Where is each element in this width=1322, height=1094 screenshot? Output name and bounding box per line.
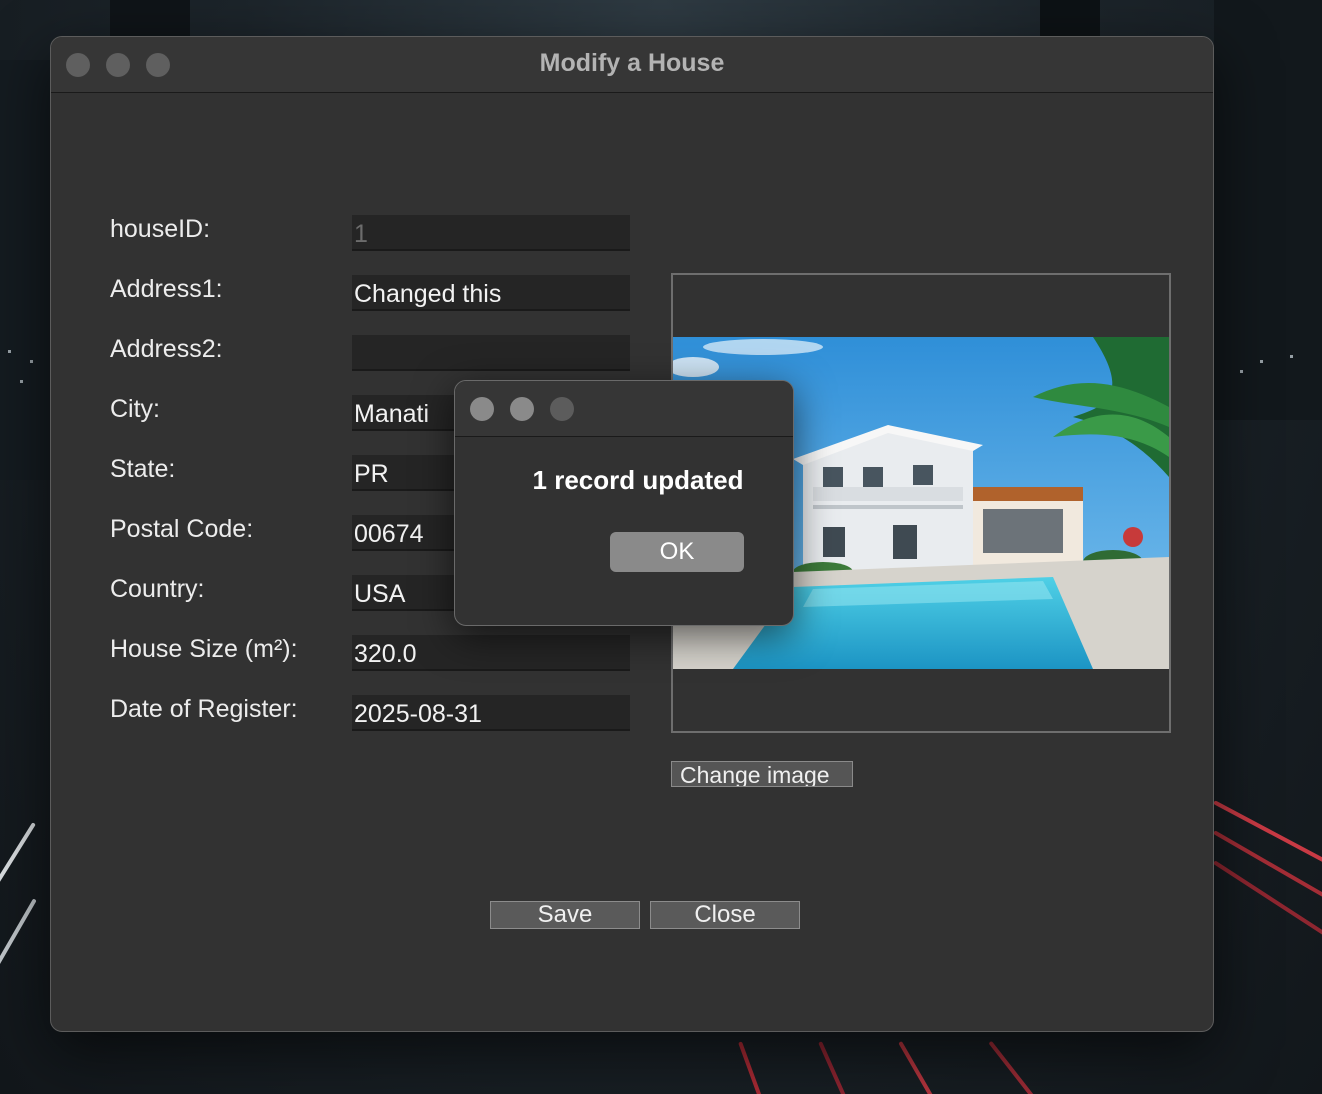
change-image-button[interactable]: Change image xyxy=(671,761,853,787)
city-light xyxy=(1260,360,1263,363)
dialog-close-button[interactable] xyxy=(470,397,494,421)
house-id-field: 1 xyxy=(352,215,630,251)
date-of-register-label: Date of Register: xyxy=(110,695,298,723)
light-streak xyxy=(818,1041,855,1094)
background-building xyxy=(0,60,52,480)
city-light xyxy=(8,350,11,353)
country-label: Country: xyxy=(110,575,205,603)
dialog-minimize-button[interactable] xyxy=(510,397,534,421)
date-of-register-field[interactable]: 2025-08-31 xyxy=(352,695,630,731)
city-light xyxy=(30,360,33,363)
city-light xyxy=(20,380,23,383)
close-button[interactable]: Close xyxy=(650,901,800,929)
city-light xyxy=(1240,370,1243,373)
address2-field[interactable] xyxy=(352,335,630,371)
light-streak xyxy=(738,1041,770,1094)
house-size-field[interactable]: 320.0 xyxy=(352,635,630,671)
dialog-message: 1 record updated xyxy=(532,465,744,495)
light-streak xyxy=(0,898,37,1013)
window-titlebar[interactable]: Modify a House xyxy=(51,37,1213,93)
light-streak xyxy=(988,1040,1041,1094)
background-building xyxy=(1214,0,1322,420)
window-title: Modify a House xyxy=(539,49,725,77)
dialog-titlebar[interactable] xyxy=(455,381,793,437)
background-building xyxy=(110,0,190,36)
ok-button[interactable]: OK xyxy=(610,532,744,572)
record-updated-dialog: 1 record updated OK xyxy=(454,380,794,626)
light-streak xyxy=(1212,860,1322,951)
postal-code-label: Postal Code: xyxy=(110,515,254,543)
light-streak xyxy=(898,1041,942,1094)
address1-label: Address1: xyxy=(110,275,223,303)
address1-field[interactable]: Changed this xyxy=(352,275,630,311)
address2-label: Address2: xyxy=(110,335,223,363)
state-label: State: xyxy=(110,455,176,483)
city-light xyxy=(1290,355,1293,358)
background-building xyxy=(1040,0,1100,40)
house-id-label: houseID: xyxy=(110,215,211,243)
city-label: City: xyxy=(110,395,160,423)
dialog-zoom-button[interactable] xyxy=(550,397,574,421)
save-button[interactable]: Save xyxy=(490,901,640,929)
house-size-label: House Size (m²): xyxy=(110,635,298,663)
